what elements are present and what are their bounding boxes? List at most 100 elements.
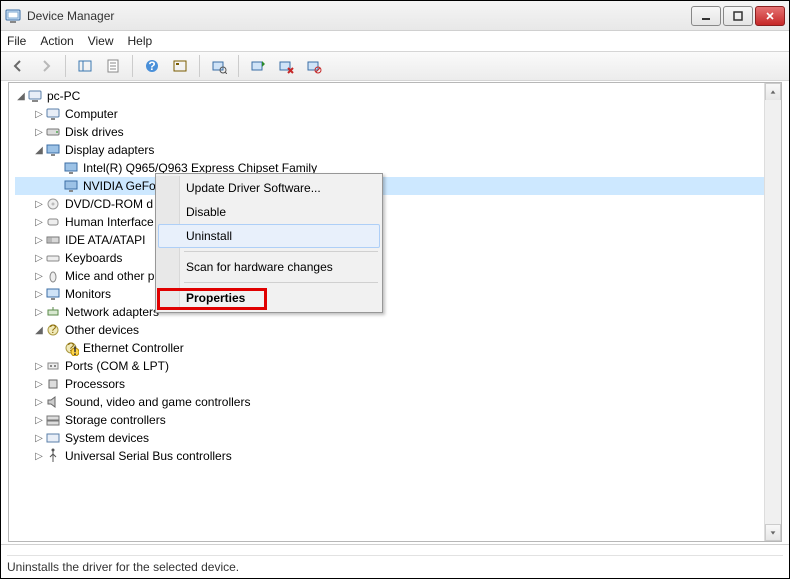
- menu-file[interactable]: File: [7, 34, 26, 48]
- help-button[interactable]: ?: [139, 54, 165, 78]
- tree-item[interactable]: ▷Sound, video and game controllers: [15, 393, 775, 411]
- update-driver-button[interactable]: [245, 54, 271, 78]
- tree-item[interactable]: ▷ IDE ATA/ATAPI: [15, 231, 775, 249]
- expand-toggle[interactable]: ▷: [33, 235, 45, 246]
- expand-toggle[interactable]: ◢: [15, 91, 27, 102]
- scroll-down-button[interactable]: [765, 524, 781, 541]
- tree-item-label: Mice and other p: [65, 269, 154, 283]
- device-icon: [45, 196, 61, 212]
- device-icon: [45, 142, 61, 158]
- svg-text:!: !: [73, 344, 77, 356]
- status-bar: Uninstalls the driver for the selected d…: [1, 544, 789, 578]
- expand-toggle[interactable]: ▷: [33, 271, 45, 282]
- context-menu-item[interactable]: Uninstall: [158, 224, 380, 248]
- device-icon: [45, 430, 61, 446]
- device-icon: [63, 160, 79, 176]
- disable-button[interactable]: [301, 54, 327, 78]
- device-icon: [45, 358, 61, 374]
- tree-item-label: DVD/CD-ROM d: [65, 197, 153, 211]
- toolbar: ?: [1, 51, 789, 81]
- window-title: Device Manager: [27, 9, 691, 23]
- toolbar-separator: [65, 55, 66, 77]
- tree-item[interactable]: ▷Disk drives: [15, 123, 775, 141]
- menu-separator: [184, 282, 378, 283]
- properties-button[interactable]: [100, 54, 126, 78]
- expand-toggle[interactable]: ▷: [33, 199, 45, 210]
- close-button[interactable]: [755, 6, 785, 26]
- tree-item[interactable]: ◢pc-PC: [15, 87, 775, 105]
- tree-item[interactable]: NVIDIA GeFo: [15, 177, 775, 195]
- expand-toggle[interactable]: ◢: [33, 325, 45, 336]
- context-menu-item[interactable]: Disable: [158, 200, 380, 224]
- uninstall-button[interactable]: [273, 54, 299, 78]
- tree-item[interactable]: ◢? Other devices: [15, 321, 775, 339]
- device-icon: [45, 214, 61, 230]
- tree-item[interactable]: Intel(R) Q965/Q963 Express Chipset Famil…: [15, 159, 775, 177]
- menubar: File Action View Help: [1, 31, 789, 51]
- scrollbar[interactable]: [764, 83, 781, 541]
- expand-toggle[interactable]: ▷: [33, 307, 45, 318]
- expand-toggle[interactable]: ▷: [33, 127, 45, 138]
- context-menu-item[interactable]: Properties: [158, 286, 380, 310]
- tree-item[interactable]: ▷ Universal Serial Bus controllers: [15, 447, 775, 465]
- back-button[interactable]: [5, 54, 31, 78]
- toolbar-separator: [132, 55, 133, 77]
- expand-toggle[interactable]: ▷: [33, 451, 45, 462]
- tree-item[interactable]: ▷ DVD/CD-ROM d: [15, 195, 775, 213]
- tree-item[interactable]: ▷ Mice and other p: [15, 267, 775, 285]
- scroll-up-button[interactable]: [765, 83, 781, 100]
- tree-item-label: Storage controllers: [65, 413, 166, 427]
- expand-toggle[interactable]: ▷: [33, 109, 45, 120]
- tree-item-label: Universal Serial Bus controllers: [65, 449, 232, 463]
- tree-item-label: Network adapters: [65, 305, 159, 319]
- tree-item[interactable]: ▷ Keyboards: [15, 249, 775, 267]
- expand-toggle[interactable]: ▷: [33, 253, 45, 264]
- expand-toggle[interactable]: ▷: [33, 289, 45, 300]
- tree-item-label: Other devices: [65, 323, 139, 337]
- tree-item[interactable]: ▷Monitors: [15, 285, 775, 303]
- menu-view[interactable]: View: [88, 34, 114, 48]
- tree-item[interactable]: ▷Computer: [15, 105, 775, 123]
- tree-item-label: Ports (COM & LPT): [65, 359, 169, 373]
- tree-item[interactable]: ▷ Human Interface: [15, 213, 775, 231]
- tree-item[interactable]: ◢ Display adapters: [15, 141, 775, 159]
- expand-toggle[interactable]: ▷: [33, 415, 45, 426]
- tree-item-label: Human Interface: [65, 215, 154, 229]
- context-menu[interactable]: Update Driver Software...DisableUninstal…: [155, 173, 383, 313]
- tree-item[interactable]: ▷ Storage controllers: [15, 411, 775, 429]
- device-icon: [45, 124, 61, 140]
- device-icon: [45, 394, 61, 410]
- forward-button[interactable]: [33, 54, 59, 78]
- maximize-button[interactable]: [723, 6, 753, 26]
- device-icon: ?: [45, 322, 61, 338]
- device-icon: ?!: [63, 340, 79, 356]
- tree-item[interactable]: ?!Ethernet Controller: [15, 339, 775, 357]
- tree-item-label: Display adapters: [65, 143, 154, 157]
- tree-item[interactable]: ▷ Ports (COM & LPT): [15, 357, 775, 375]
- show-hide-console-tree-button[interactable]: [72, 54, 98, 78]
- tree-item-label: Keyboards: [65, 251, 122, 265]
- expand-toggle[interactable]: ▷: [33, 217, 45, 228]
- device-icon: [27, 88, 43, 104]
- context-menu-item[interactable]: Update Driver Software...: [158, 176, 380, 200]
- tree-item[interactable]: ▷Processors: [15, 375, 775, 393]
- tree-item[interactable]: ▷System devices: [15, 429, 775, 447]
- menu-help[interactable]: Help: [128, 34, 153, 48]
- expand-toggle[interactable]: ◢: [33, 145, 45, 156]
- expand-toggle[interactable]: ▷: [33, 397, 45, 408]
- context-menu-item[interactable]: Scan for hardware changes: [158, 255, 380, 279]
- minimize-button[interactable]: [691, 6, 721, 26]
- expand-toggle[interactable]: ▷: [33, 379, 45, 390]
- app-icon: [5, 8, 21, 24]
- scan-hardware-button[interactable]: [206, 54, 232, 78]
- menu-action[interactable]: Action: [40, 34, 73, 48]
- action-button[interactable]: [167, 54, 193, 78]
- tree-item[interactable]: ▷ Network adapters: [15, 303, 775, 321]
- expand-toggle[interactable]: ▷: [33, 433, 45, 444]
- device-icon: [45, 106, 61, 122]
- expand-toggle[interactable]: ▷: [33, 361, 45, 372]
- menu-separator: [184, 251, 378, 252]
- device-tree[interactable]: ◢pc-PC▷Computer▷Disk drives ◢ Display adap…: [9, 83, 781, 469]
- toolbar-separator: [199, 55, 200, 77]
- tree-item-label: IDE ATA/ATAPI: [65, 233, 145, 247]
